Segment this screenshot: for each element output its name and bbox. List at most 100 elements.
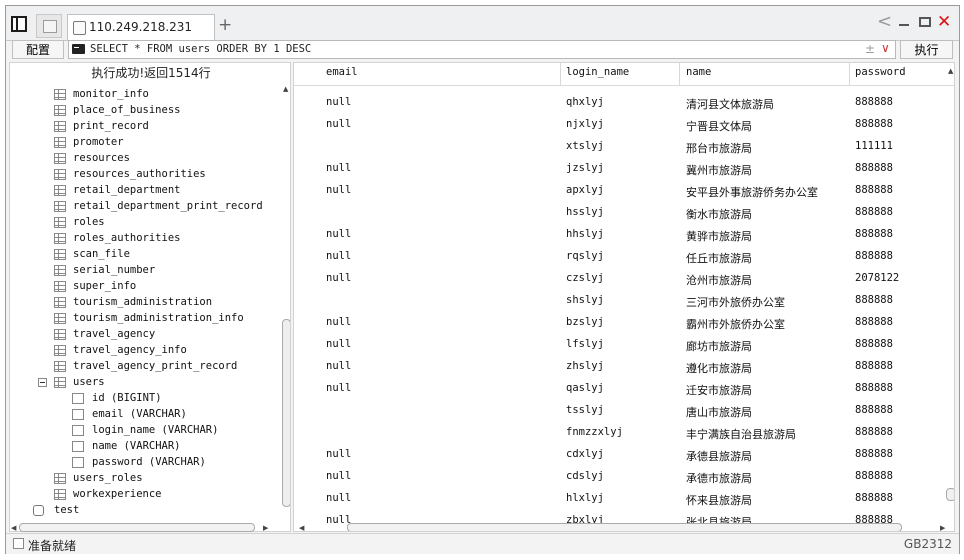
tree-horizontal-scrollbar[interactable]: ◀ ▶ bbox=[11, 523, 268, 533]
close-icon[interactable]: ✕ bbox=[937, 12, 951, 32]
cell-login-name[interactable]: jzslyj bbox=[566, 162, 604, 174]
cell-name[interactable]: 黄骅市旅游局 bbox=[686, 228, 752, 244]
encoding-indicator[interactable]: GB2312 bbox=[904, 537, 952, 551]
cell-login-name[interactable]: zhslyj bbox=[566, 360, 604, 372]
cell-password[interactable]: 888888 bbox=[855, 184, 893, 196]
cell-login-name[interactable]: qaslyj bbox=[566, 382, 604, 394]
cell-login-name[interactable]: czslyj bbox=[566, 272, 604, 284]
grid-vertical-scrollbar[interactable] bbox=[946, 63, 954, 511]
cell-email[interactable]: null bbox=[326, 492, 351, 504]
table-row[interactable]: null bzslyj 霸州市外旅侨办公室 888888 bbox=[294, 312, 954, 334]
table-row[interactable]: null rqslyj 任丘市旅游局 888888 bbox=[294, 246, 954, 268]
cell-email[interactable]: null bbox=[326, 96, 351, 108]
cell-login-name[interactable]: njxlyj bbox=[566, 118, 604, 130]
column-separator[interactable] bbox=[849, 63, 850, 85]
column-header-password[interactable]: password bbox=[855, 66, 906, 78]
column-header-login-name[interactable]: login_name bbox=[566, 66, 629, 78]
cell-email[interactable]: null bbox=[326, 338, 351, 350]
scrollbar-thumb[interactable] bbox=[282, 319, 290, 507]
cell-password[interactable]: 888888 bbox=[855, 294, 893, 306]
cell-password[interactable]: 888888 bbox=[855, 492, 893, 504]
cell-password[interactable]: 888888 bbox=[855, 448, 893, 460]
cell-name[interactable]: 冀州市旅游局 bbox=[686, 162, 752, 178]
cell-login-name[interactable]: lfslyj bbox=[566, 338, 604, 350]
column-separator[interactable] bbox=[679, 63, 680, 85]
cell-name[interactable]: 唐山市旅游局 bbox=[686, 404, 752, 420]
cell-login-name[interactable]: cdxlyj bbox=[566, 448, 604, 460]
cell-password[interactable]: 2078122 bbox=[855, 272, 899, 284]
table-row[interactable]: null hlxlyj 怀来县旅游局 888888 bbox=[294, 488, 954, 510]
minimize-icon[interactable] bbox=[899, 24, 909, 26]
scrollbar-thumb[interactable] bbox=[347, 523, 902, 531]
cell-email[interactable]: null bbox=[326, 162, 351, 174]
add-tab-button[interactable]: + bbox=[218, 15, 232, 35]
column-header-email[interactable]: email bbox=[326, 66, 358, 78]
cell-password[interactable]: 888888 bbox=[855, 404, 893, 416]
table-row[interactable]: null lfslyj 廊坊市旅游局 888888 bbox=[294, 334, 954, 356]
plus-minus-icon[interactable]: ± bbox=[865, 42, 875, 56]
grid-horizontal-scrollbar[interactable]: ◀ ▶ bbox=[299, 523, 945, 531]
cell-name[interactable]: 安平县外事旅游侨务办公室 bbox=[686, 184, 818, 200]
cell-name[interactable]: 廊坊市旅游局 bbox=[686, 338, 752, 354]
sidebar-toggle-icon[interactable] bbox=[11, 16, 27, 32]
cell-login-name[interactable]: qhxlyj bbox=[566, 96, 604, 108]
cell-name[interactable]: 沧州市旅游局 bbox=[686, 272, 752, 288]
cell-login-name[interactable]: fnmzzxlyj bbox=[566, 426, 623, 438]
cell-login-name[interactable]: shslyj bbox=[566, 294, 604, 306]
scroll-right-icon[interactable]: ▶ bbox=[940, 524, 945, 531]
cell-email[interactable]: null bbox=[326, 470, 351, 482]
table-row[interactable]: fnmzzxlyj 丰宁满族自治县旅游局 888888 bbox=[294, 422, 954, 444]
chevron-down-icon[interactable]: ∨ bbox=[881, 41, 890, 55]
cell-password[interactable]: 888888 bbox=[855, 338, 893, 350]
table-row[interactable]: null qaslyj 迁安市旅游局 888888 bbox=[294, 378, 954, 400]
table-row[interactable]: null apxlyj 安平县外事旅游侨务办公室 888888 bbox=[294, 180, 954, 202]
cell-email[interactable]: null bbox=[326, 250, 351, 262]
cell-password[interactable]: 888888 bbox=[855, 250, 893, 262]
cell-login-name[interactable]: rqslyj bbox=[566, 250, 604, 262]
cell-name[interactable]: 迁安市旅游局 bbox=[686, 382, 752, 398]
tree-vertical-scrollbar[interactable]: ▲ bbox=[282, 85, 290, 511]
table-row[interactable]: shslyj 三河市外旅侨办公室 888888 bbox=[294, 290, 954, 312]
cell-password[interactable]: 888888 bbox=[855, 382, 893, 394]
cell-password[interactable]: 111111 bbox=[855, 140, 893, 152]
cell-email[interactable]: null bbox=[326, 382, 351, 394]
scroll-up-icon[interactable]: ▲ bbox=[283, 85, 288, 93]
scrollbar-thumb[interactable] bbox=[19, 523, 255, 532]
cell-login-name[interactable]: cdslyj bbox=[566, 470, 604, 482]
table-row[interactable]: hsslyj 衡水市旅游局 888888 bbox=[294, 202, 954, 224]
cell-login-name[interactable]: hlxlyj bbox=[566, 492, 604, 504]
cell-password[interactable]: 888888 bbox=[855, 426, 893, 438]
table-row[interactable]: null qhxlyj 清河县文体旅游局 888888 bbox=[294, 92, 954, 114]
cell-password[interactable]: 888888 bbox=[855, 228, 893, 240]
cell-login-name[interactable]: hhslyj bbox=[566, 228, 604, 240]
cell-password[interactable]: 888888 bbox=[855, 162, 893, 174]
cell-password[interactable]: 888888 bbox=[855, 470, 893, 482]
scrollbar-thumb[interactable] bbox=[946, 488, 954, 501]
column-header-name[interactable]: name bbox=[686, 66, 711, 78]
table-row[interactable]: null cdslyj 承德市旅游局 888888 bbox=[294, 466, 954, 488]
cell-name[interactable]: 清河县文体旅游局 bbox=[686, 96, 774, 112]
scroll-left-icon[interactable]: ◀ bbox=[11, 524, 16, 532]
cell-email[interactable]: null bbox=[326, 360, 351, 372]
config-button[interactable]: 配置 bbox=[12, 40, 64, 59]
cell-name[interactable]: 承德县旅游局 bbox=[686, 448, 752, 464]
scroll-right-icon[interactable]: ▶ bbox=[263, 524, 268, 532]
scroll-left-icon[interactable]: ◀ bbox=[299, 524, 304, 531]
cell-email[interactable]: null bbox=[326, 228, 351, 240]
table-row[interactable]: null jzslyj 冀州市旅游局 888888 bbox=[294, 158, 954, 180]
cell-email[interactable]: null bbox=[326, 184, 351, 196]
cell-name[interactable]: 衡水市旅游局 bbox=[686, 206, 752, 222]
cell-password[interactable]: 888888 bbox=[855, 118, 893, 130]
tab-connection[interactable]: 110.249.218.231 bbox=[67, 14, 215, 41]
cell-name[interactable]: 怀来县旅游局 bbox=[686, 492, 752, 508]
cell-password[interactable]: 888888 bbox=[855, 316, 893, 328]
query-input[interactable]: SELECT * FROM users ORDER BY 1 DESC ± ∨ bbox=[68, 40, 896, 59]
cell-password[interactable]: 888888 bbox=[855, 96, 893, 108]
cell-login-name[interactable]: bzslyj bbox=[566, 316, 604, 328]
cell-login-name[interactable]: hsslyj bbox=[566, 206, 604, 218]
table-row[interactable]: tsslyj 唐山市旅游局 888888 bbox=[294, 400, 954, 422]
cell-email[interactable]: null bbox=[326, 272, 351, 284]
cell-name[interactable]: 邢台市旅游局 bbox=[686, 140, 752, 156]
cell-email[interactable]: null bbox=[326, 448, 351, 460]
cell-email[interactable]: null bbox=[326, 118, 351, 130]
